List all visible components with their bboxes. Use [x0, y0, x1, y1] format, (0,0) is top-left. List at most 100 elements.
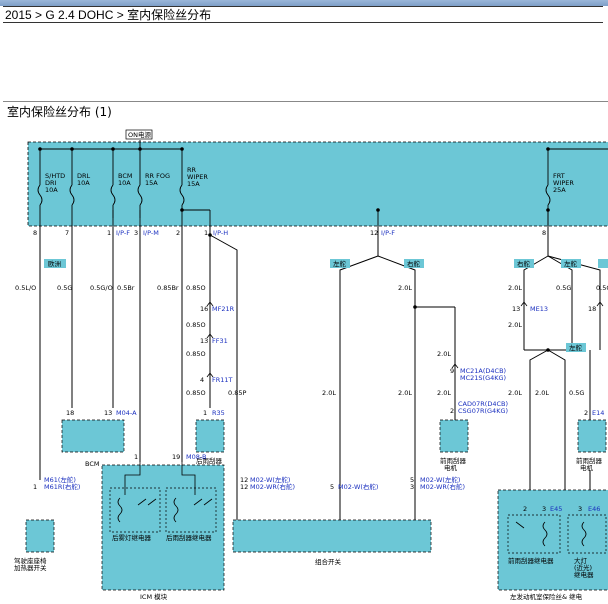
svg-text:M04-A: M04-A	[116, 409, 137, 417]
svg-text:0.85O: 0.85O	[186, 284, 206, 292]
svg-text:2: 2	[176, 229, 180, 237]
svg-text:右舵: 右舵	[407, 259, 421, 268]
svg-text:前雨刮器电机: 前雨刮器电机	[440, 456, 467, 472]
svg-text:2.0L: 2.0L	[508, 284, 522, 292]
svg-text:2.0L: 2.0L	[508, 389, 522, 397]
svg-text:2.0L: 2.0L	[437, 389, 451, 397]
svg-text:12: 12	[240, 483, 248, 491]
svg-text:CSG07R(G4KG): CSG07R(G4KG)	[458, 407, 508, 415]
svg-text:I/P-H: I/P-H	[213, 229, 228, 237]
svg-text:0.5L/O: 0.5L/O	[15, 284, 36, 292]
svg-text:FF31: FF31	[212, 337, 228, 345]
bcm-box	[61, 419, 125, 453]
svg-text:0.5Br: 0.5Br	[117, 284, 135, 292]
svg-text:1: 1	[203, 409, 207, 417]
svg-text:左舵: 左舵	[333, 259, 347, 268]
svg-text:驾驶座座椅加热器开关: 驾驶座座椅加热器开关	[14, 556, 47, 572]
svg-text:3: 3	[410, 483, 414, 491]
svg-text:MF21R: MF21R	[212, 305, 235, 313]
wiring-diagram: ON电源 S/HTD DRI 10A DRL 10A BCM 10A RR FOG 15A…	[14, 129, 608, 601]
svg-text:前雨刮器电机: 前雨刮器电机	[576, 456, 603, 472]
svg-text:2.0L: 2.0L	[398, 284, 412, 292]
tag-europe: 欧洲	[48, 259, 61, 268]
svg-text:5: 5	[330, 483, 334, 491]
svg-text:2.0L: 2.0L	[398, 389, 412, 397]
svg-text:8: 8	[542, 229, 546, 237]
svg-text:0.85O: 0.85O	[186, 321, 206, 329]
front-wiper-motor-box	[439, 419, 469, 453]
svg-text:19: 19	[172, 453, 180, 461]
svg-text:ME13: ME13	[530, 305, 548, 313]
svg-text:0.85O: 0.85O	[186, 350, 206, 358]
svg-text:后雨刮器继电器: 后雨刮器继电器	[166, 533, 212, 542]
svg-text:M02-WR(右舵): M02-WR(右舵)	[250, 482, 295, 491]
svg-text:E45: E45	[550, 505, 562, 513]
svg-text:4: 4	[200, 376, 204, 384]
svg-text:I/P-F: I/P-F	[116, 229, 130, 237]
svg-text:16: 16	[200, 305, 208, 313]
svg-text:左舵: 左舵	[564, 259, 578, 268]
svg-text:0.5G: 0.5G	[569, 389, 584, 397]
svg-text:组合开关: 组合开关	[315, 557, 342, 566]
svg-text:1: 1	[33, 483, 37, 491]
svg-text:ICM 模块: ICM 模块	[140, 592, 168, 601]
svg-text:左舵: 左舵	[569, 343, 583, 352]
svg-text:2.0L: 2.0L	[437, 350, 451, 358]
region-tags: 欧洲 左舵 右舵 右舵 左舵 左舵	[44, 259, 608, 352]
svg-text:7: 7	[65, 229, 69, 237]
svg-text:8: 8	[33, 229, 37, 237]
svg-text:M02-WR(右舵): M02-WR(右舵)	[420, 482, 465, 491]
svg-text:I/P-M: I/P-M	[143, 229, 159, 237]
svg-text:I/P-F: I/P-F	[381, 229, 395, 237]
svg-text:R35: R35	[212, 409, 225, 417]
svg-text:13: 13	[104, 409, 112, 417]
svg-text:左发动机室保险丝& 继电: 左发动机室保险丝& 继电	[510, 592, 583, 601]
svg-text:1: 1	[134, 453, 138, 461]
svg-text:18: 18	[66, 409, 74, 417]
svg-text:0.5G: 0.5G	[596, 284, 608, 292]
svg-text:3: 3	[542, 505, 546, 513]
svg-text:0.5G/O: 0.5G/O	[90, 284, 113, 292]
svg-text:0.85Br: 0.85Br	[157, 284, 179, 292]
svg-text:13: 13	[512, 305, 520, 313]
svg-text:3: 3	[578, 505, 582, 513]
svg-text:13: 13	[200, 337, 208, 345]
combo-switch-box	[232, 519, 432, 553]
svg-text:2: 2	[523, 505, 527, 513]
svg-text:2: 2	[450, 407, 454, 415]
svg-text:0.5G: 0.5G	[556, 284, 571, 292]
icm-module-box	[101, 464, 225, 591]
svg-text:2.0L: 2.0L	[535, 389, 549, 397]
svg-text:后雾灯继电器: 后雾灯继电器	[112, 533, 152, 542]
svg-text:右舵: 右舵	[517, 259, 531, 268]
svg-text:E14: E14	[592, 409, 604, 417]
svg-text:BCM: BCM	[85, 460, 100, 468]
on-label: ON电源	[128, 130, 151, 139]
fuse-label-drl: DRL 10A	[77, 172, 91, 187]
svg-text:2.0L: 2.0L	[508, 321, 522, 329]
svg-text:18: 18	[588, 305, 596, 313]
svg-text:9: 9	[450, 367, 454, 375]
svg-text:FR11T: FR11T	[212, 376, 233, 384]
svg-text:M61R(右舵): M61R(右舵)	[44, 482, 80, 491]
svg-text:MC21S(G4KG): MC21S(G4KG)	[460, 374, 506, 382]
seat-heater-box	[25, 519, 55, 553]
svg-text:2: 2	[584, 409, 588, 417]
front-wiper-motor-box-2	[577, 419, 607, 453]
svg-text:前雨刮器继电器: 前雨刮器继电器	[508, 556, 554, 565]
rear-wiper-motor-box	[195, 419, 225, 453]
svg-text:0.85P: 0.85P	[228, 389, 246, 397]
section-title: 室内保险丝分布 (1)	[3, 101, 608, 121]
svg-text:2.0L: 2.0L	[322, 389, 336, 397]
svg-text:M02-W(右舵): M02-W(右舵)	[338, 482, 378, 491]
svg-text:E46: E46	[588, 505, 600, 513]
svg-text:1: 1	[107, 229, 111, 237]
svg-text:1: 1	[204, 229, 208, 237]
fuse-box	[27, 141, 608, 227]
svg-text:3: 3	[134, 229, 138, 237]
svg-text:0.85O: 0.85O	[186, 389, 206, 397]
svg-text:0.5G: 0.5G	[57, 284, 72, 292]
svg-text:12: 12	[370, 229, 378, 237]
svg-text:M08-B: M08-B	[186, 453, 206, 461]
fuse-label-bcm: BCM 10A	[118, 172, 133, 187]
